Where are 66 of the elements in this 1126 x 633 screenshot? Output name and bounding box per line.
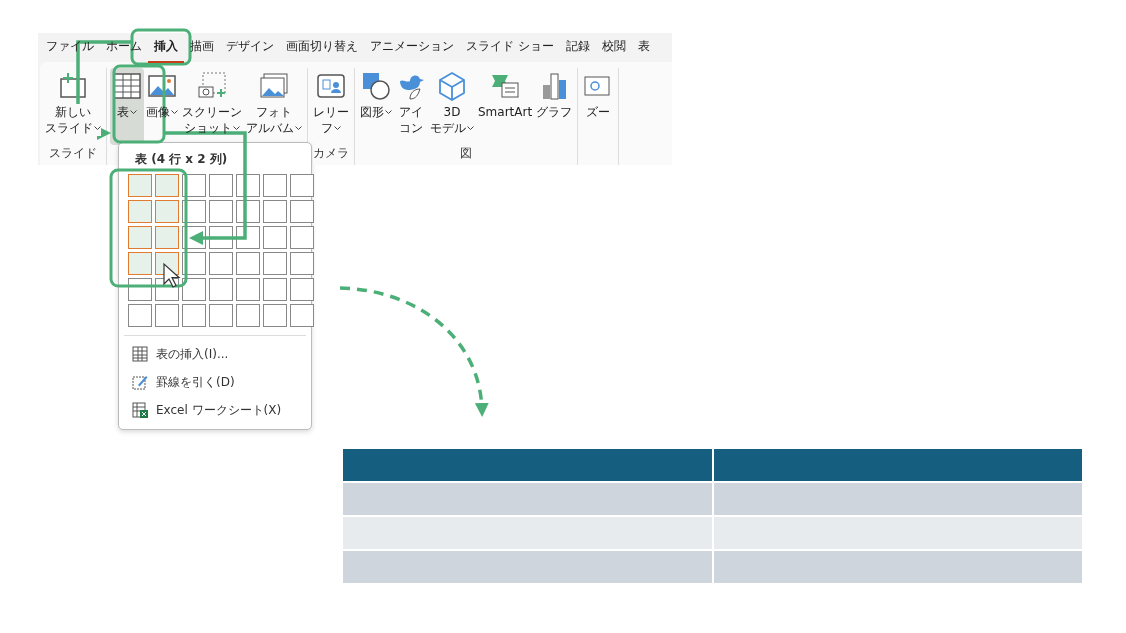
ribbon-button[interactable]: 表 — [110, 68, 144, 145]
grid-cell[interactable] — [209, 278, 233, 301]
ribbon-tab[interactable]: 記録 — [559, 33, 596, 63]
menu-title: 表 (4 行 x 2 列) — [134, 151, 229, 168]
grid-cell[interactable] — [155, 226, 179, 249]
ribbon-button[interactable]: レリー フ — [311, 68, 351, 145]
ribbon-tab[interactable]: スライド ショー — [460, 33, 560, 63]
grid-cell[interactable] — [209, 304, 233, 327]
ribbon-tab[interactable]: アニメーション — [364, 33, 460, 63]
ribbon-button[interactable]: フォト アルバム — [244, 68, 304, 145]
ribbon-button[interactable]: グラフ — [534, 68, 575, 145]
grid-cell[interactable] — [236, 304, 260, 327]
grid-cell[interactable] — [290, 174, 314, 197]
mouse-cursor-icon — [163, 262, 181, 288]
grid-cell[interactable] — [263, 278, 287, 301]
menu-item[interactable]: 罫線を引く(D) — [124, 368, 306, 396]
grid-cell[interactable] — [290, 252, 314, 275]
grid-cell[interactable] — [182, 174, 206, 197]
grid-cell[interactable] — [290, 278, 314, 301]
grid-cell[interactable] — [209, 200, 233, 223]
ribbon-button[interactable]: 3D モデル — [428, 68, 476, 145]
grid-cell[interactable] — [128, 174, 152, 197]
grid-cell[interactable] — [263, 226, 287, 249]
grid-cell[interactable] — [128, 226, 152, 249]
photo-album-icon — [259, 71, 289, 101]
ribbon-tab[interactable]: デザイン — [220, 33, 280, 63]
grid-cell[interactable] — [290, 226, 314, 249]
grid-cell[interactable] — [182, 304, 206, 327]
table-icon — [132, 346, 148, 362]
grid-cell[interactable] — [182, 252, 206, 275]
ribbon-button[interactable]: ズー — [581, 68, 616, 145]
cube-icon — [437, 71, 467, 101]
grid-cell[interactable] — [182, 278, 206, 301]
ribbon-button[interactable]: 新しい スライド — [43, 68, 103, 145]
ribbon-tab[interactable]: 挿入 — [148, 33, 184, 63]
grid-cell[interactable] — [236, 278, 260, 301]
menu-item[interactable]: Excel ワークシート(X) — [124, 396, 306, 424]
menu-item[interactable]: 表の挿入(I)... — [124, 340, 306, 368]
grid-cell[interactable] — [155, 304, 179, 327]
grid-cell[interactable] — [263, 252, 287, 275]
spreadsheet-icon — [132, 402, 148, 418]
shapes-icon — [361, 71, 391, 101]
grid-cell[interactable] — [290, 304, 314, 327]
grid-cell[interactable] — [236, 252, 260, 275]
grid-cell[interactable] — [155, 174, 179, 197]
grid-cell[interactable] — [209, 174, 233, 197]
ribbon-tab[interactable]: 校閲 — [595, 33, 632, 63]
cameo-icon — [316, 71, 346, 101]
ribbon-tab[interactable]: 表 — [631, 33, 656, 63]
ribbon-button[interactable]: 図形 — [358, 68, 394, 145]
screenshot-icon — [197, 71, 227, 101]
grid-cell[interactable] — [263, 304, 287, 327]
grid-cell[interactable] — [128, 304, 152, 327]
grid-cell[interactable] — [263, 200, 287, 223]
grid-cell[interactable] — [128, 278, 152, 301]
ribbon-tab[interactable]: 画面切り替え — [280, 33, 364, 63]
ribbon-button[interactable]: アイ コン — [394, 68, 428, 145]
grid-cell[interactable] — [128, 252, 152, 275]
grid-cell[interactable] — [263, 174, 287, 197]
grid-cell[interactable] — [209, 252, 233, 275]
grid-cell[interactable] — [290, 200, 314, 223]
ribbon-button[interactable]: SmartArt — [476, 68, 535, 145]
grid-cell[interactable] — [155, 200, 179, 223]
grid-cell[interactable] — [182, 200, 206, 223]
pencil-grid-icon — [132, 374, 148, 390]
grid-cell[interactable] — [128, 200, 152, 223]
